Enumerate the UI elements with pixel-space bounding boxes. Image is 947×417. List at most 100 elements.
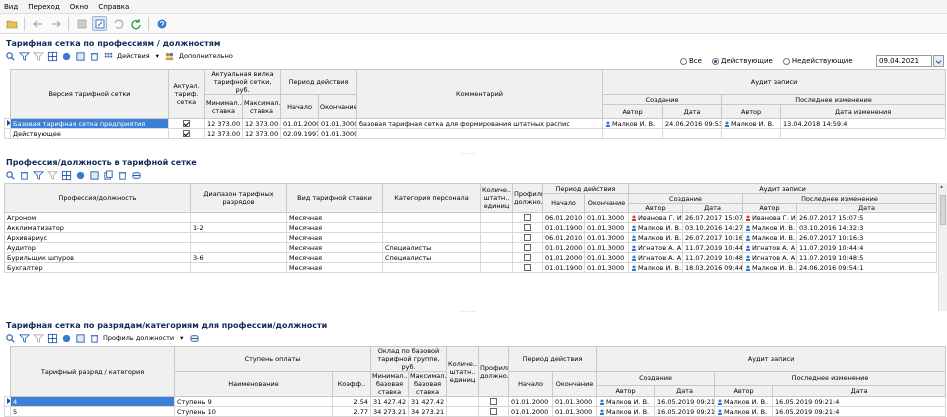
date-field[interactable]: 09.04.2021 [876, 55, 932, 67]
filter-icon[interactable] [32, 169, 44, 181]
cell-qty[interactable] [446, 396, 480, 407]
cell-max[interactable]: 34 273.21 [408, 406, 448, 417]
col-period[interactable]: Период действия [508, 346, 598, 372]
trash-icon[interactable] [116, 169, 128, 181]
cell-actual[interactable] [168, 128, 205, 139]
col-audit[interactable]: Аудит записи [628, 183, 938, 194]
col-start[interactable]: Начало [280, 94, 320, 119]
cell-max[interactable]: 12 373.00 [241, 118, 282, 129]
filter-active[interactable]: Действующие [711, 57, 773, 65]
cell-comment[interactable] [356, 128, 604, 139]
col-c-author[interactable]: Автор [602, 104, 664, 119]
col-c-date[interactable]: Дата [662, 104, 723, 119]
col-profile[interactable]: Профиль должно.. [512, 183, 543, 213]
cell-profile[interactable] [512, 232, 543, 243]
calendar-dropdown-icon[interactable] [933, 55, 944, 67]
col-c-author[interactable]: Автор [596, 384, 656, 398]
col-changed[interactable]: Последнее изменение [721, 94, 947, 105]
cell-m-author[interactable] [721, 128, 782, 139]
col-m-author[interactable]: Автор [742, 203, 798, 213]
cell-version[interactable]: Базовая тарифная сетка предприятия [10, 118, 169, 129]
col-m-date[interactable]: Дата изменения [780, 104, 947, 119]
table-row[interactable]: Аудитор Месячная Специалисты 01.01.2000 01.0… [4, 242, 938, 253]
menu-view[interactable]: Вид [4, 3, 18, 11]
cell-start[interactable]: 01.01.2000 [542, 242, 585, 253]
col-profile[interactable]: Профиль должно.. [478, 346, 510, 397]
profile-checkbox[interactable] [490, 408, 498, 415]
table-row[interactable]: Архивариус Месячная 06.01.2010 01.01.3000 Ма… [4, 232, 938, 243]
radio-active[interactable] [711, 57, 719, 65]
cell-kind[interactable]: Месячная [286, 262, 383, 273]
search-icon[interactable] [4, 169, 16, 181]
cell-m-author[interactable]: Малков И. В. [742, 222, 798, 233]
cell-m-date[interactable]: 24.06.2016 09:54:1 [796, 262, 938, 273]
table-row[interactable]: 5 Ступень 10 2.77 34 273.21 34 273.21 01.01.2… [4, 406, 947, 417]
cell-name[interactable]: Ступень 10 [174, 406, 333, 417]
cell-m-author[interactable]: Малков И. В. [721, 118, 782, 129]
profile-checkbox[interactable] [490, 398, 498, 405]
radio-inactive[interactable] [782, 57, 790, 65]
cell-cat[interactable]: Специалисты [382, 252, 481, 263]
save-icon[interactable] [74, 16, 89, 31]
col-step[interactable]: Ступень оплаты [173, 346, 372, 372]
cell-kind[interactable]: Месячная [286, 222, 383, 233]
cell-c-author[interactable]: Иванова Г. И. [628, 212, 684, 223]
cell-m-author[interactable]: Игнатов А. А. [742, 252, 798, 263]
profile-checkbox[interactable] [524, 244, 531, 251]
cell-end[interactable]: 01.01.3000 [583, 232, 630, 243]
col-created[interactable]: Создание [602, 94, 723, 105]
cell-end[interactable]: 01.01.3000 [552, 406, 598, 417]
cell-comment[interactable]: базовая тарифная сетка для формирования … [356, 118, 604, 129]
cell-qty[interactable] [480, 262, 513, 273]
profile-checkbox[interactable] [524, 214, 531, 221]
cell-c-author[interactable]: Малков И. В. [596, 406, 656, 417]
profile-checkbox[interactable] [524, 224, 531, 231]
cell-end[interactable]: 01.01.3000 [583, 262, 630, 273]
cell-profile[interactable] [512, 212, 543, 223]
cell-grade[interactable]: 4 [10, 396, 175, 407]
cell-m-date[interactable]: 26.07.2017 15:07:5 [796, 212, 938, 223]
cell-c-date[interactable]: 16.05.2019 09:21:4 [654, 396, 716, 407]
cell-c-date[interactable]: 18.03.2016 09:44:0 [682, 262, 744, 273]
col-audit[interactable]: Аудит записи [596, 346, 947, 372]
table-row[interactable]: Акклиматизатор 1-2 Месячная 01.01.1900 01.01… [4, 222, 938, 233]
help-icon[interactable] [154, 16, 169, 31]
table-row[interactable]: Агроном Месячная 06.01.2010 01.01.3000 Ивано… [4, 212, 938, 223]
export-icon[interactable] [74, 332, 86, 344]
col-created[interactable]: Создание [596, 371, 716, 386]
col-coef[interactable]: Коэфф.. [331, 371, 372, 397]
col-range[interactable]: Диапазон тарифных разрядов [190, 183, 287, 213]
splitter-2[interactable] [0, 307, 947, 316]
cell-c-date[interactable]: 03.10.2016 14:27:3 [682, 222, 744, 233]
cell-qty[interactable] [480, 232, 513, 243]
cell-m-date[interactable]: 16.05.2019 09:21:4 [772, 406, 947, 417]
cell-prof[interactable]: Акклиматизатор [4, 222, 191, 233]
cell-start[interactable]: 02.09.1997 [280, 128, 320, 139]
cell-c-author[interactable]: Малков И. В. [628, 232, 684, 243]
cell-kind[interactable]: Месячная [286, 242, 383, 253]
cell-prof[interactable]: Бухгалтер [4, 262, 191, 273]
cell-cat[interactable] [382, 212, 481, 223]
cell-start[interactable]: 01.01.2000 [280, 118, 320, 129]
profile-menu[interactable]: Профиль должности [103, 334, 174, 342]
cell-kind[interactable]: Месячная [286, 212, 383, 223]
export-icon[interactable] [74, 50, 86, 62]
cell-range[interactable] [190, 232, 287, 243]
copy-icon[interactable] [102, 169, 114, 181]
cell-range[interactable] [190, 212, 287, 223]
cell-c-author[interactable]: Малков И. В. [628, 222, 684, 233]
cell-kind[interactable]: Месячная [286, 232, 383, 243]
col-m-author[interactable]: Автор [714, 384, 774, 398]
profession-scrollbar[interactable]: ▴ [938, 183, 947, 311]
cell-m-author[interactable]: Малков И. В. [742, 232, 798, 243]
cell-profile[interactable] [478, 406, 510, 417]
table-row[interactable]: 4 Ступень 9 2.54 31 427.42 31 427.42 01.01.20… [4, 396, 947, 407]
cell-min[interactable]: 12 373.00 [204, 118, 243, 129]
col-changed[interactable]: Последнее изменение [742, 193, 938, 204]
cell-m-author[interactable]: Иванова Г. И. [742, 212, 798, 223]
col-max[interactable]: Максимал.. базовая ставка [408, 371, 448, 397]
link-icon[interactable] [130, 169, 142, 181]
cell-c-author[interactable]: Малков И. В. [602, 118, 664, 129]
cell-c-date[interactable]: 24.06.2016 09:53:2 [662, 118, 723, 129]
grid-icon[interactable] [46, 50, 58, 62]
